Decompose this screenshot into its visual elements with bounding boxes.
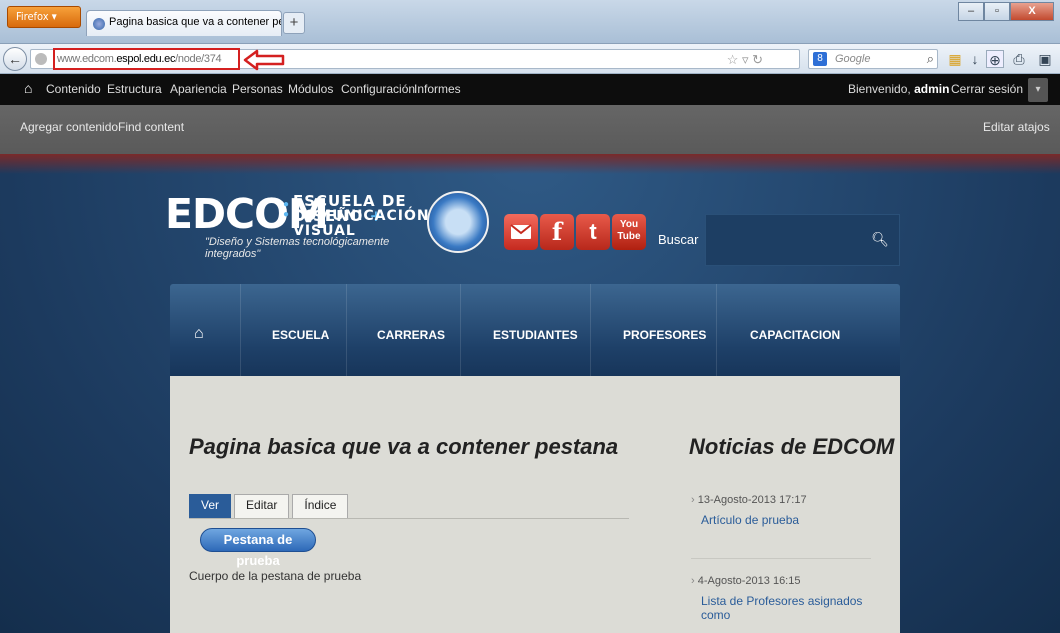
search-engine-icon[interactable]: 8 (813, 52, 827, 66)
back-arrow-icon: ← (8, 51, 22, 67)
nav-separator (460, 284, 461, 376)
nav-capacitacion[interactable]: CAPACITACION (750, 328, 840, 342)
admin-menu-informes[interactable]: Informes (414, 82, 461, 96)
espol-seal-logo (427, 191, 489, 253)
tabs-divider (189, 518, 629, 519)
admin-menu-personas[interactable]: Personas (232, 82, 283, 96)
edit-shortcuts-link[interactable]: Editar atajos (983, 120, 1050, 134)
welcome-text: Bienvenido, admin (848, 82, 950, 96)
mail-icon[interactable] (504, 214, 538, 250)
new-tab-button[interactable]: + (283, 12, 305, 34)
browser-navbar: ← www.edcom.espol.edu.ec/node/374 ☆ ▿ ↻ … (0, 44, 1060, 74)
site-page: EDCOM ● ● ESCUELA DE DISEÑO + COMUNICACIÓ… (0, 154, 1060, 633)
close-button[interactable]: X (1010, 2, 1054, 21)
red-arrow-icon (243, 49, 285, 71)
site-search-input[interactable]: 🔍︎ (705, 214, 900, 266)
admin-menu-contenido[interactable]: Contenido (46, 82, 101, 96)
main-navigation: ⌂ ESCUELA CARRERAS ESTUDIANTES PROFESORE… (170, 284, 900, 376)
download-icon[interactable]: ↓ (966, 50, 984, 68)
logo-tagline: "Diseño y Sistemas tecnológicamente inte… (205, 236, 390, 260)
nav-separator (590, 284, 591, 376)
admin-menu-configuracion[interactable]: Configuración (341, 82, 415, 96)
nav-separator (716, 284, 717, 376)
back-button[interactable]: ← (3, 47, 27, 71)
favicon-icon (93, 18, 105, 30)
header-gradient (0, 154, 1060, 174)
body-text: Cuerpo de la pestana de prueba (189, 569, 362, 583)
shortcut-find-content[interactable]: Find content (118, 120, 184, 134)
logo-bullets: ● ● (283, 199, 290, 220)
news-separator (691, 558, 871, 559)
site-identity-icon[interactable] (35, 53, 47, 65)
bookmark-star-icon[interactable]: ☆ ▿ ↻ (727, 52, 763, 68)
site-logo[interactable]: EDCOM ● ● ESCUELA DE DISEÑO + COMUNICACIÓ… (165, 192, 445, 260)
news-date: 13-Agosto-2013 17:17 (691, 494, 871, 506)
minimize-button[interactable]: – (958, 2, 984, 21)
url-prefix: www.edcom. (57, 53, 117, 65)
url-path: /node/374 (175, 53, 222, 65)
search-placeholder: Google (835, 53, 871, 65)
window-controls: – ▫ X (958, 2, 1054, 21)
toolbar-toggle-button[interactable]: ▾ (1028, 78, 1048, 102)
admin-menu-modulos[interactable]: Módulos (288, 82, 333, 96)
nav-profesores[interactable]: PROFESORES (623, 328, 706, 342)
nav-separator (240, 284, 241, 376)
browser-titlebar: Firefox ▾ Pagina basica que va a contene… (0, 0, 1060, 44)
local-tabs: Ver Editar Índice (189, 494, 351, 518)
page-title: Pagina basica que va a contener pestana (189, 434, 619, 459)
maximize-button[interactable]: ▫ (984, 2, 1010, 21)
tab-editar[interactable]: Editar (234, 494, 290, 518)
browser-tab[interactable]: Pagina basica que va a contener pestana.… (86, 10, 282, 36)
home-icon[interactable]: ⌂ (24, 80, 32, 96)
url-text[interactable]: www.edcom.espol.edu.ec/node/374 (57, 53, 222, 65)
search-icon[interactable]: ⌕ (927, 51, 934, 67)
nav-estudiantes[interactable]: ESTUDIANTES (493, 328, 578, 342)
admin-menu-estructura[interactable]: Estructura (107, 82, 162, 96)
pestana-de-prueba-button[interactable]: Pestana de prueba (200, 528, 316, 568)
shortcut-agregar-contenido[interactable]: Agregar contenido (20, 120, 118, 134)
facebook-icon[interactable]: f (540, 214, 574, 250)
news-item: 13-Agosto-2013 17:17 Artículo de prueba (691, 494, 871, 527)
addon-icon[interactable]: ▦ (946, 50, 964, 68)
admin-toolbar: ⌂ Contenido Estructura Apariencia Person… (0, 74, 1060, 105)
news-link[interactable]: Lista de Profesores asignados como (691, 594, 871, 622)
url-bar[interactable]: www.edcom.espol.edu.ec/node/374 ☆ ▿ ↻ (30, 48, 800, 71)
shortcut-bar: Agregar contenido Find content Editar at… (0, 105, 1060, 154)
logo-line2: COMUNICACIÓN VISUAL (293, 208, 430, 239)
nav-separator (346, 284, 347, 376)
firefox-menu-button[interactable]: Firefox ▾ (7, 6, 81, 28)
tab-title: Pagina basica que va a contener pestana.… (109, 16, 281, 28)
content-area: Pagina basica que va a contener pestana … (170, 376, 900, 633)
extension-icon[interactable]: ▣ (1036, 50, 1054, 68)
twitter-icon[interactable]: t (576, 214, 610, 250)
nav-home-icon[interactable]: ⌂ (194, 325, 204, 343)
site-search-icon[interactable]: 🔍︎ (871, 231, 889, 248)
nav-carreras[interactable]: CARRERAS (377, 328, 445, 342)
news-link[interactable]: Artículo de prueba (691, 513, 871, 527)
news-title: Noticias de EDCOM (689, 434, 895, 459)
search-box[interactable]: 8 Google ⌕ (808, 49, 938, 69)
print-icon[interactable]: ⎙ (1010, 50, 1028, 68)
tab-indice[interactable]: Índice (292, 494, 349, 518)
web-developer-icon[interactable]: ⊕ (986, 50, 1004, 68)
news-date: 4-Agosto-2013 16:15 (691, 575, 871, 587)
logout-link[interactable]: Cerrar sesión (951, 82, 1023, 96)
admin-menu-apariencia[interactable]: Apariencia (170, 82, 227, 96)
search-label: Buscar (658, 232, 699, 247)
url-domain: espol.edu.ec (116, 53, 176, 65)
nav-escuela[interactable]: ESCUELA (272, 328, 329, 342)
news-item: 4-Agosto-2013 16:15 Lista de Profesores … (691, 575, 871, 622)
youtube-icon[interactable]: You Tube (612, 214, 646, 250)
tab-ver[interactable]: Ver (189, 494, 232, 518)
